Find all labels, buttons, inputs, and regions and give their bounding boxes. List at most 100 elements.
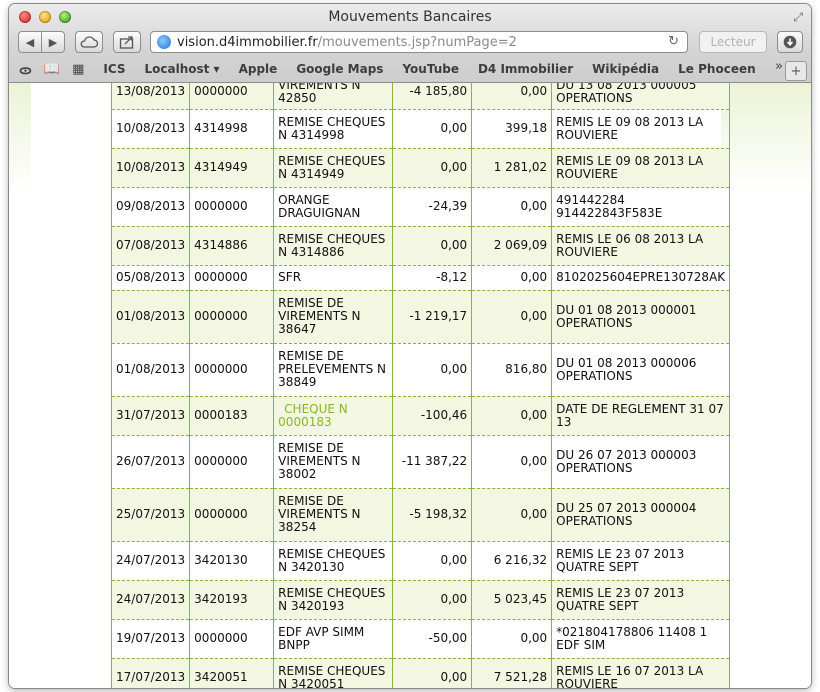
row-date: 19/07/2013	[110, 619, 191, 659]
row-label: REMISE CHEQUES N 3420193	[273, 580, 394, 620]
row-label: REMISE CHEQUES N 4314886	[273, 226, 394, 266]
icloud-tabs-button[interactable]	[75, 31, 103, 53]
row-credit: 6 216,32	[471, 541, 553, 581]
row-info: DU 25 07 2013 000004 OPERATIONS	[551, 488, 731, 542]
bookmarks-book-icon[interactable]: 📖	[44, 62, 60, 77]
row-info: DU 13 08 2013 000005 OPERATIONS	[551, 83, 731, 110]
row-label: EDF AVP SIMM BNPP	[273, 619, 394, 659]
window-title: Mouvements Bancaires	[328, 9, 492, 25]
row-credit: 1 281,02	[471, 148, 553, 188]
row-date: 10/08/2013	[110, 148, 191, 188]
url-path: /mouvements.jsp?numPage=2	[317, 34, 517, 50]
cloud-icon	[80, 36, 98, 48]
bookmark-item[interactable]: ICS	[103, 62, 125, 76]
row-credit: 0,00	[471, 396, 553, 436]
row-label: REMISE DE VIREMENTS N 38254	[273, 488, 394, 542]
row-credit: 0,00	[471, 187, 553, 227]
row-debit: 0,00	[392, 109, 473, 149]
table-row: 10/08/2013 4314998 REMISE CHEQUES N 431499…	[110, 109, 731, 149]
top-sites-grid-icon[interactable]: ▦	[72, 62, 84, 77]
row-number: 0000000	[189, 83, 275, 110]
table-row: 13/08/2013 0000000 VIREMENTS N 42850 -4 185…	[110, 83, 731, 110]
address-bar[interactable]: vision.d4immobilier.fr/mouvements.jsp?nu…	[150, 31, 688, 53]
fullscreen-icon[interactable]: ⤢	[793, 10, 803, 25]
globe-icon	[157, 35, 171, 49]
share-button[interactable]	[113, 31, 141, 53]
row-number: 0000000	[189, 488, 275, 542]
row-number: 0000000	[189, 290, 275, 344]
row-debit: -8,12	[392, 265, 473, 291]
page-side-gradient	[9, 83, 31, 193]
row-credit: 0,00	[471, 488, 553, 542]
bookmark-item[interactable]: Wikipédia	[592, 62, 659, 76]
row-number: 0000183	[189, 396, 275, 436]
bookmark-item[interactable]: Apple	[239, 62, 278, 76]
forward-button[interactable]: ▶	[41, 31, 65, 53]
bookmark-item[interactable]: YouTube	[402, 62, 459, 76]
row-info: DU 01 08 2013 000006 OPERATIONS	[551, 343, 731, 397]
back-button[interactable]: ◀	[18, 31, 42, 53]
row-date: 07/08/2013	[110, 226, 191, 266]
row-info: REMIS LE 09 08 2013 LA ROUVIERE	[551, 109, 731, 149]
row-date: 26/07/2013	[110, 435, 191, 489]
more-bookmarks-icon[interactable]: »	[775, 59, 783, 74]
table-row: 19/07/2013 0000000 EDF AVP SIMM BNPP -50,00…	[110, 619, 731, 659]
new-tab-button[interactable]: +	[785, 61, 807, 81]
reader-button[interactable]: Lecteur	[699, 31, 767, 53]
row-debit: 0,00	[392, 658, 473, 688]
row-credit: 0,00	[471, 619, 553, 659]
bookmark-item[interactable]: Localhost ▾	[145, 62, 220, 76]
bookmark-item[interactable]: D4 Immobilier	[478, 62, 573, 76]
row-label: ORANGE DRAGUIGNAN	[273, 187, 394, 227]
table-row: 26/07/2013 0000000 REMISE DE VIREMENTS N 3…	[110, 435, 731, 489]
bookmark-item[interactable]: Google Maps	[296, 62, 383, 76]
table-row: 01/08/2013 0000000 REMISE DE VIREMENTS N 3…	[110, 290, 731, 344]
row-number: 0000000	[189, 435, 275, 489]
row-info: REMIS LE 06 08 2013 LA ROUVIERE	[551, 226, 731, 266]
downloads-button[interactable]	[777, 31, 803, 53]
row-info: REMIS LE 23 07 2013 QUATRE SEPT	[551, 541, 731, 581]
row-label: REMISE CHEQUES N 4314998	[273, 109, 394, 149]
row-date: 09/08/2013	[110, 187, 191, 227]
row-date: 17/07/2013	[110, 658, 191, 688]
transactions-body: 13/08/2013 0000000 VIREMENTS N 42850 -4 185…	[110, 83, 731, 688]
cheque-link[interactable]: CHEQUE N 0000183	[278, 402, 348, 429]
row-number: 0000000	[189, 619, 275, 659]
reload-icon[interactable]: ↻	[668, 34, 679, 49]
table-row: 09/08/2013 0000000 ORANGE DRAGUIGNAN -24,39…	[110, 187, 731, 227]
row-credit: 7 521,28	[471, 658, 553, 688]
row-debit: -100,46	[392, 396, 473, 436]
row-credit: 0,00	[471, 290, 553, 344]
row-number: 3420130	[189, 541, 275, 581]
transactions-table: 13/08/2013 0000000 VIREMENTS N 42850 -4 185…	[110, 83, 731, 688]
bookmark-item[interactable]: Le Phoceen	[678, 62, 755, 76]
row-number: 4314949	[189, 148, 275, 188]
row-label: REMISE CHEQUES N 3420130	[273, 541, 394, 581]
row-credit: 0,00	[471, 435, 553, 489]
row-number: 4314998	[189, 109, 275, 149]
table-row: 24/07/2013 3420130 REMISE CHEQUES N 342013…	[110, 541, 731, 581]
row-date: 10/08/2013	[110, 109, 191, 149]
share-icon	[119, 36, 134, 49]
chevron-right-icon: ▶	[48, 35, 58, 49]
browser-window: Mouvements Bancaires ⤢ ◀ ▶ vision.d4immo…	[9, 4, 811, 688]
table-row: 10/08/2013 4314949 REMISE CHEQUES N 431494…	[110, 148, 731, 188]
table-row: 05/08/2013 0000000 SFR -8,12 0,00 8102025604E…	[110, 265, 731, 291]
table-row: 17/07/2013 3420051 REMISE CHEQUES N 342005…	[110, 658, 731, 688]
chevron-left-icon: ◀	[25, 35, 35, 49]
row-credit: 816,80	[471, 343, 553, 397]
row-credit: 0,00	[471, 265, 553, 291]
row-info: DU 26 07 2013 000003 OPERATIONS	[551, 435, 731, 489]
row-debit: 0,00	[392, 580, 473, 620]
row-debit: -50,00	[392, 619, 473, 659]
row-credit: 2 069,09	[471, 226, 553, 266]
reading-list-icon[interactable]: ᯣ	[19, 60, 32, 78]
bookmarks-bar: ᯣ 📖 ▦ ICS Localhost ▾ Apple Google Maps …	[9, 58, 811, 80]
row-number: 0000000	[189, 265, 275, 291]
row-label: SFR	[273, 265, 394, 291]
row-debit: 0,00	[392, 148, 473, 188]
page-content: 13/08/2013 0000000 VIREMENTS N 42850 -4 185…	[9, 83, 811, 688]
row-label: REMISE DE VIREMENTS N 38002	[273, 435, 394, 489]
row-info: DU 01 08 2013 000001 OPERATIONS	[551, 290, 731, 344]
row-info: DATE DE REGLEMENT 31 07 13	[551, 396, 731, 436]
